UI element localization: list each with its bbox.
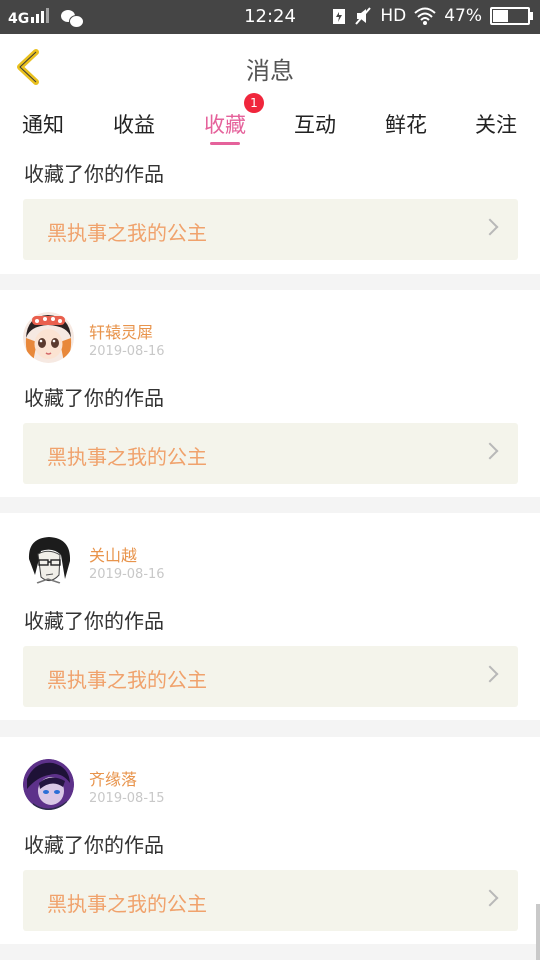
message-action: 收藏了你的作品 xyxy=(24,386,164,410)
message-action: 收藏了你的作品 xyxy=(24,833,164,857)
message-card: 齐缘落 2019-08-15 收藏了你的作品 黑执事之我的公主 xyxy=(0,737,540,944)
tab-follow[interactable]: 关注 xyxy=(475,109,517,139)
username[interactable]: 齐缘落 xyxy=(89,766,137,790)
chevron-right-icon xyxy=(481,889,499,907)
message-card: 关山越 2019-08-16 收藏了你的作品 黑执事之我的公主 xyxy=(0,513,540,720)
tab-earnings[interactable]: 收益 xyxy=(113,109,155,139)
mute-icon xyxy=(355,7,372,25)
work-link[interactable]: 黑执事之我的公主 xyxy=(23,199,518,260)
work-link[interactable]: 黑执事之我的公主 xyxy=(23,423,518,484)
hd-indicator: HD xyxy=(380,6,407,26)
page-title: 消息 xyxy=(246,57,294,85)
message-date: 2019-08-16 xyxy=(89,344,165,359)
battery-percent: 47% xyxy=(444,6,482,26)
battery-saver-icon xyxy=(333,9,346,24)
wifi-icon xyxy=(414,7,436,25)
username[interactable]: 关山越 xyxy=(89,542,137,566)
avatar[interactable] xyxy=(23,535,74,586)
work-title: 黑执事之我的公主 xyxy=(47,221,207,245)
avatar[interactable] xyxy=(23,759,74,810)
battery-fill xyxy=(493,10,509,22)
work-title: 黑执事之我的公主 xyxy=(47,445,207,469)
chevron-right-icon xyxy=(481,218,499,236)
scrollbar[interactable] xyxy=(536,904,540,960)
message-card: 收藏了你的作品 黑执事之我的公主 xyxy=(0,150,540,274)
work-link[interactable]: 黑执事之我的公主 xyxy=(23,646,518,707)
active-tab-indicator xyxy=(210,142,240,145)
tab-unread-badge: 1 xyxy=(244,93,264,113)
message-card: 轩辕灵犀 2019-08-16 收藏了你的作品 黑执事之我的公主 xyxy=(0,290,540,497)
status-right: HD 47% xyxy=(332,6,533,26)
nav-bar: 消息 xyxy=(0,34,540,101)
work-link[interactable]: 黑执事之我的公主 xyxy=(23,870,518,931)
username[interactable]: 轩辕灵犀 xyxy=(89,319,153,343)
tab-flowers[interactable]: 鲜花 xyxy=(385,109,427,139)
message-action: 收藏了你的作品 xyxy=(24,162,164,186)
message-date: 2019-08-16 xyxy=(89,567,165,582)
avatar[interactable] xyxy=(23,312,74,363)
tab-favorites[interactable]: 收藏 xyxy=(204,109,246,139)
work-title: 黑执事之我的公主 xyxy=(47,892,207,916)
status-bar: 4G 12:24 HD 47% xyxy=(0,0,540,34)
battery-icon xyxy=(490,7,533,25)
message-date: 2019-08-15 xyxy=(89,791,165,806)
tab-bar: 通知 收益 收藏 互动 鲜花 关注 xyxy=(0,100,540,150)
chevron-right-icon xyxy=(481,665,499,683)
work-title: 黑执事之我的公主 xyxy=(47,668,207,692)
chevron-right-icon xyxy=(481,442,499,460)
tab-notice[interactable]: 通知 xyxy=(22,109,64,139)
message-action: 收藏了你的作品 xyxy=(24,609,164,633)
tab-interaction[interactable]: 互动 xyxy=(294,109,336,139)
